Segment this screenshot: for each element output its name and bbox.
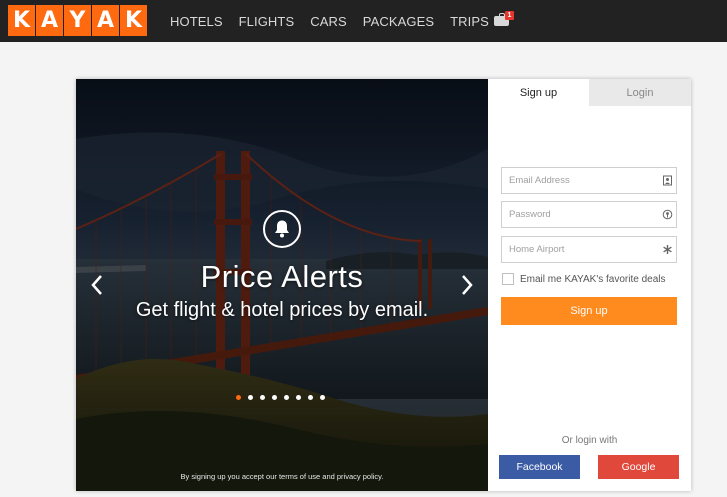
lock-icon <box>662 209 673 220</box>
tab-login[interactable]: Login <box>589 79 691 106</box>
nav-flights[interactable]: FLIGHTS <box>239 14 295 29</box>
tab-sign-up[interactable]: Sign up <box>488 79 589 106</box>
auth-tabs: Sign up Login <box>488 79 691 106</box>
slide-dot[interactable] <box>236 395 241 400</box>
email-icon <box>663 175 672 186</box>
nav-trips-label: TRIPS <box>450 13 489 29</box>
password-input[interactable] <box>502 202 652 227</box>
logo-letter: K <box>120 5 147 36</box>
nav-hotels[interactable]: HOTELS <box>170 14 223 29</box>
email-input[interactable] <box>502 168 652 193</box>
slide-dot[interactable] <box>296 395 301 400</box>
slide-dot[interactable] <box>308 395 313 400</box>
next-slide-arrow-icon[interactable] <box>458 273 476 297</box>
home-airport-field-wrapper <box>501 236 677 263</box>
terms-notice: By signing up you accept our terms of us… <box>180 472 384 481</box>
favorite-deals-option: Email me KAYAK's favorite deals <box>502 273 665 285</box>
logo-letter: K <box>8 5 35 36</box>
password-field-wrapper <box>501 201 677 228</box>
favorite-deals-label[interactable]: Email me KAYAK's favorite deals <box>520 274 665 285</box>
suitcase-icon: 1 <box>493 10 514 26</box>
logo-letter: A <box>92 5 119 36</box>
slide-indicators <box>236 395 325 400</box>
nav-cars[interactable]: CARS <box>310 14 347 29</box>
bell-icon <box>263 210 301 248</box>
trips-count-badge: 1 <box>504 10 514 20</box>
slide-dot[interactable] <box>260 395 265 400</box>
nav-trips[interactable]: TRIPS 1 <box>450 10 514 29</box>
home-airport-input[interactable] <box>502 237 652 262</box>
favorite-deals-checkbox[interactable] <box>502 273 514 285</box>
nav-packages[interactable]: PACKAGES <box>363 14 434 29</box>
logo-letter: A <box>36 5 63 36</box>
main-nav: HOTELS FLIGHTS CARS PACKAGES TRIPS 1 <box>170 0 528 42</box>
previous-slide-arrow-icon[interactable] <box>88 273 106 297</box>
signup-button[interactable]: Sign up <box>501 297 677 325</box>
promo-slideshow: Price Alerts Get flight & hotel prices b… <box>76 79 488 491</box>
promo-title: Price Alerts <box>200 259 364 294</box>
slide-dot[interactable] <box>320 395 325 400</box>
airport-asterisk-icon <box>663 245 672 254</box>
google-login-button[interactable]: Google <box>598 455 679 479</box>
slide-dot[interactable] <box>248 395 253 400</box>
kayak-logo[interactable]: K A Y A K <box>8 5 147 36</box>
facebook-login-button[interactable]: Facebook <box>499 455 580 479</box>
signup-form-panel: Sign up Login Email Address Home Airport… <box>488 79 691 491</box>
slide-dot[interactable] <box>272 395 277 400</box>
or-login-with-label: Or login with <box>561 435 618 446</box>
slide-dot[interactable] <box>284 395 289 400</box>
email-field-wrapper <box>501 167 677 194</box>
logo-letter: Y <box>64 5 91 36</box>
promo-subtitle: Get flight & hotel prices by email. <box>135 299 429 321</box>
signup-modal: Price Alerts Get flight & hotel prices b… <box>76 79 691 491</box>
top-navigation-bar: K A Y A K HOTELS FLIGHTS CARS PACKAGES T… <box>0 0 727 42</box>
